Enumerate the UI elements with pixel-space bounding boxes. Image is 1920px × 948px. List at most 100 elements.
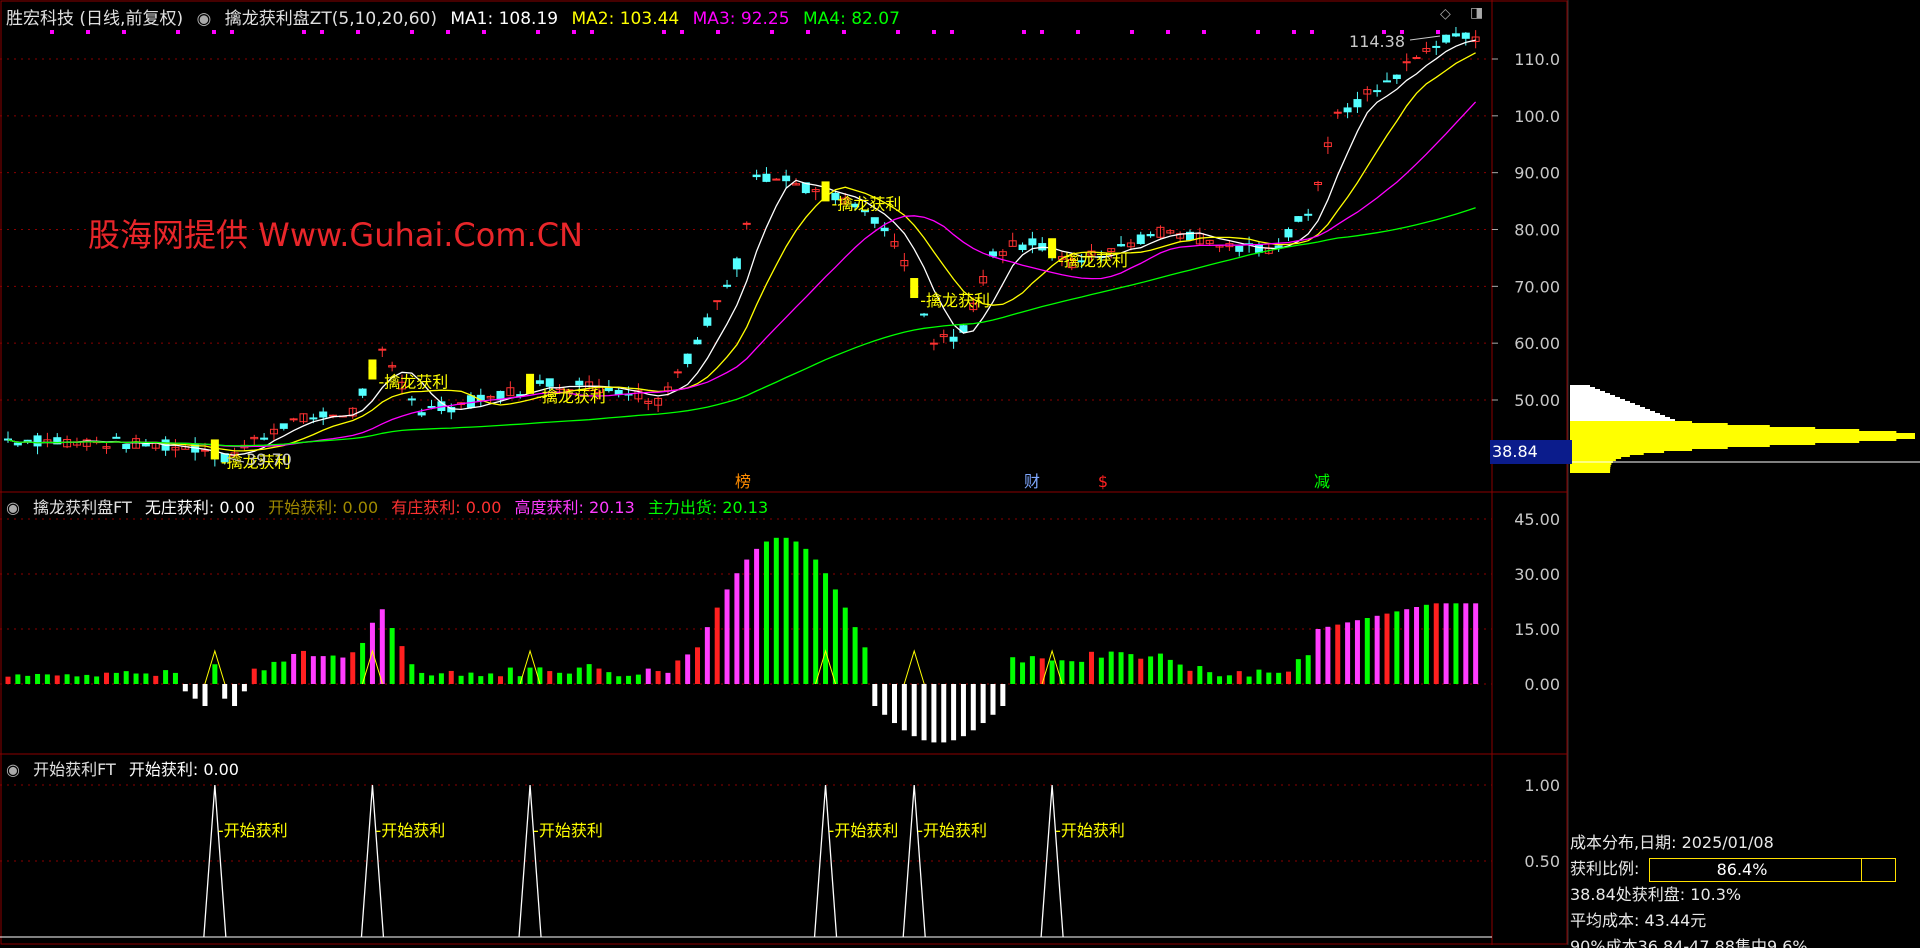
indicator-bar [202, 684, 208, 706]
indicator-bar [1217, 676, 1223, 684]
indicator-bar [488, 673, 494, 684]
indicator-bar [1364, 618, 1370, 684]
indicator-bar [212, 664, 218, 684]
indicator-bar [724, 589, 730, 684]
indicator-bar [123, 671, 129, 684]
signal-dot [230, 30, 234, 34]
profile-line [1570, 413, 1660, 415]
signal-dot [176, 30, 180, 34]
candle-body [772, 178, 781, 181]
candle-body [1274, 245, 1283, 248]
signal-dot [572, 30, 576, 34]
profile-line [1570, 387, 1595, 389]
profile-line [1570, 457, 1622, 459]
candle-body [417, 412, 426, 416]
price-axis-label: 80.00 [1514, 221, 1560, 240]
indicator-axis-label: 30.00 [1514, 565, 1560, 584]
indicator-bar [389, 628, 395, 684]
current-price-tag: 38.84 [1490, 440, 1572, 464]
chart-window: 110.0 100.0 90.00 80.00 70.00 60.00 50.00 45.00… [0, 0, 1920, 948]
candle-body [1284, 229, 1293, 238]
signal-dot [590, 30, 594, 34]
indicator-bar [1197, 666, 1203, 684]
profile-line [1570, 417, 1670, 419]
signal-candle [210, 439, 219, 460]
signal-dot [1292, 30, 1296, 34]
candle-body [289, 418, 298, 421]
indicator-bar [823, 573, 829, 684]
collapse-icon[interactable]: ◉ [6, 760, 20, 779]
panel2-name[interactable]: 擒龙获利盘FT [33, 498, 132, 517]
indicator-bar [448, 670, 454, 684]
window-toggle-icon[interactable]: ◨ [1470, 5, 1483, 21]
signal-axis-label: 1.00 [1524, 776, 1560, 795]
indicator-bar [1020, 662, 1026, 684]
profile-line [1570, 435, 1915, 437]
event-cai: 财 [1024, 472, 1040, 491]
candle-body [1383, 80, 1391, 83]
signal-label: -擒龙获利 [832, 194, 902, 213]
candle-body [141, 443, 150, 447]
signal-triangle [903, 649, 925, 685]
indicator-bar [714, 607, 720, 684]
indicator-bar [665, 672, 671, 684]
signal-dot [482, 30, 486, 34]
signal-dot [320, 30, 324, 34]
candle-body [545, 378, 554, 387]
indicator-bars [5, 537, 1479, 743]
indicator-bar [104, 672, 109, 684]
candle-body [112, 436, 121, 439]
signal-candle [368, 359, 377, 380]
candle-body [466, 395, 475, 408]
indicator-bar [773, 537, 779, 684]
candle-body [358, 388, 367, 396]
indicator-bar [1236, 671, 1242, 684]
indicator-bar [1345, 622, 1351, 684]
indicator-bar [606, 672, 612, 684]
signal-dot [1040, 30, 1044, 34]
indicator-bar [15, 674, 21, 684]
panel3-value: 开始获利: 0.00 [128, 760, 239, 779]
start-spike [902, 784, 926, 938]
indicator-bar [419, 672, 425, 684]
indicator-bar [153, 675, 159, 684]
profile-line [1570, 407, 1645, 409]
panel3-name[interactable]: 开始获利FT [33, 760, 116, 779]
signal-dot [1256, 30, 1260, 34]
signal-label: -擒龙获利 [1058, 251, 1128, 270]
signal-dot [1166, 30, 1170, 34]
indicator-bar [1049, 660, 1055, 684]
indicator-bar [1167, 659, 1173, 684]
profile-line [1570, 441, 1860, 443]
indicator-bar [133, 673, 139, 684]
indicator-bar [645, 668, 651, 684]
panel2-yz: 有庄获利: 0.00 [391, 498, 502, 517]
indicator-bar [350, 652, 356, 684]
collapse-icon[interactable]: ◉ [6, 498, 20, 517]
signal-dot [1076, 30, 1080, 34]
indicator-name[interactable]: 擒龙获利盘ZT(5,10,20,60) [225, 9, 437, 29]
indicator-bar [882, 684, 888, 715]
signal-dot [1202, 30, 1206, 34]
title-bar: 胜宏科技 (日线,前复权) ◉ 擒龙获利盘ZT(5,10,20,60) MA1:… [6, 4, 908, 29]
settings-circle-icon[interactable]: ◉ [196, 9, 211, 29]
indicator-bar [1039, 658, 1045, 684]
indicator-bar [1226, 675, 1232, 684]
signal-dot [806, 30, 810, 34]
cost-date: 成本分布,日期: 2025/01/08 [1570, 833, 1774, 852]
candle-body [614, 389, 623, 395]
kline-chart[interactable]: 110.0 100.0 90.00 80.00 70.00 60.00 50.00 45.00… [0, 0, 1920, 945]
diamond-icon[interactable]: ◇ [1440, 6, 1451, 22]
indicator-bar [557, 672, 563, 684]
profile-line [1570, 453, 1644, 455]
candle-body [1392, 74, 1401, 79]
profile-line [1570, 415, 1665, 417]
start-signal-label: -开始获利 [533, 821, 603, 840]
indicator-bar [379, 609, 385, 684]
indicator-bar [655, 671, 661, 684]
cost-range: 90%成本36.84-47.88集中9.6% [1570, 937, 1808, 948]
indicator-bar [281, 661, 287, 684]
signal-candle [821, 181, 830, 202]
candle-body [33, 435, 42, 447]
profit-at-price: 38.84处获利盘: 10.3% [1570, 885, 1742, 904]
